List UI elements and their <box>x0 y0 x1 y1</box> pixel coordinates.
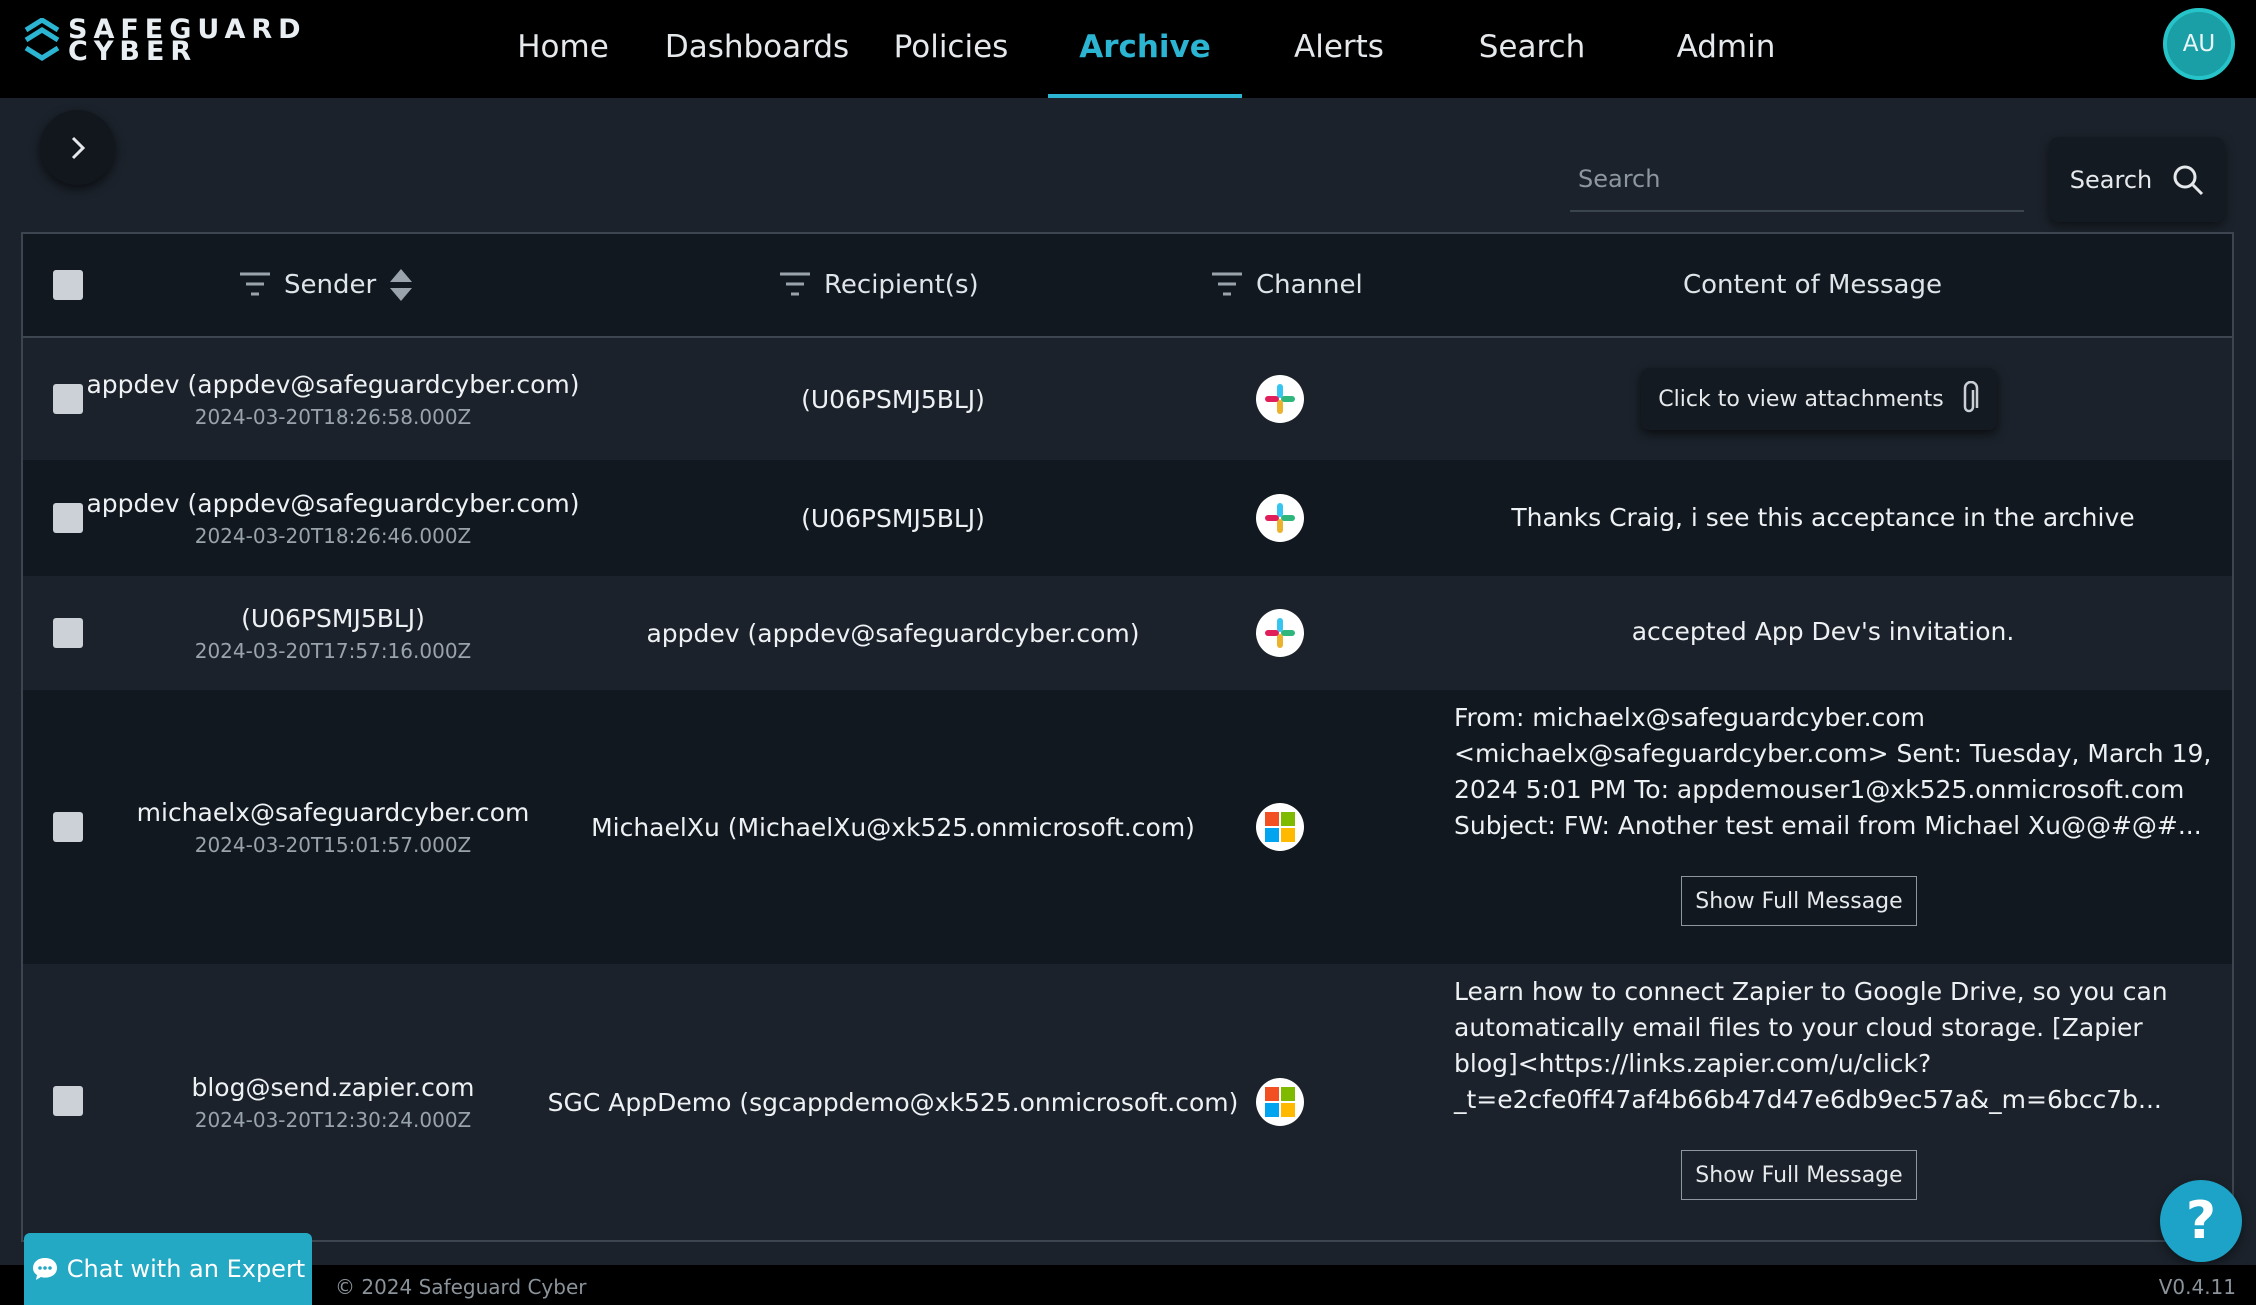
message-line: automatically email files to your cloud … <box>1454 1013 2143 1042</box>
logo-text-line2: CYBER <box>68 36 198 67</box>
sender-timestamp: 2024-03-20T18:26:58.000Z <box>194 404 472 429</box>
message-content: Learn how to connect Zapier to Google Dr… <box>1454 974 2232 1118</box>
microsoft-icon <box>1256 1078 1304 1126</box>
recipient-cell: (U06PSMJ5BLJ) <box>583 338 1203 460</box>
table-header: Sender Recipient(s) Channel Content of M… <box>23 234 2232 338</box>
sender-timestamp: 2024-03-20T15:01:57.000Z <box>194 832 472 857</box>
message-line: From: michaelx@safeguardcyber.com <box>1454 703 1926 732</box>
sender-cell: appdev (appdev@safeguardcyber.com) 2024-… <box>86 460 579 576</box>
search-icon <box>2173 165 2204 195</box>
nav-archive[interactable]: Archive <box>1048 0 1242 98</box>
chat-with-expert-button[interactable]: Chat with an Expert <box>24 1233 312 1305</box>
table-row[interactable]: michaelx@safeguardcyber.com 2024-03-20T1… <box>23 690 2232 964</box>
nav-admin[interactable]: Admin <box>1670 0 1782 98</box>
paperclip-icon <box>1963 381 1978 413</box>
search-field <box>1570 150 2024 212</box>
filter-icon[interactable] <box>1210 270 1244 300</box>
filter-icon[interactable] <box>778 270 812 300</box>
search-button[interactable]: Search <box>2049 137 2225 222</box>
header-sender-label: Sender <box>284 270 377 300</box>
sender-timestamp: 2024-03-20T18:26:46.000Z <box>194 523 472 548</box>
top-navigation-bar: SAFEGUARD CYBER Home Dashboards Policies… <box>0 0 2256 98</box>
sender-name: michaelx@safeguardcyber.com <box>136 797 530 827</box>
help-button[interactable]: ? <box>2160 1180 2242 1262</box>
view-attachments-button[interactable]: Click to view attachments <box>1641 368 1997 430</box>
header-channel-label: Channel <box>1256 270 1363 300</box>
row-checkbox[interactable] <box>53 618 83 648</box>
user-avatar[interactable]: AU <box>2163 8 2235 80</box>
slack-icon <box>1256 375 1304 423</box>
show-full-message-button[interactable]: Show Full Message <box>1681 1150 1917 1200</box>
search-button-label: Search <box>2069 165 2153 194</box>
row-checkbox[interactable] <box>53 1086 83 1116</box>
safeguard-cyber-logo[interactable]: SAFEGUARD CYBER <box>22 16 302 66</box>
footer: © 2024 Safeguard Cyber V0.4.11 <box>0 1265 2256 1305</box>
recipient-cell: MichaelXu (MichaelXu@xk525.onmicrosoft.c… <box>583 690 1203 964</box>
filter-icon[interactable] <box>238 270 272 300</box>
sender-name: appdev (appdev@safeguardcyber.com) <box>86 488 580 518</box>
archive-table: Sender Recipient(s) Channel Content of M… <box>21 232 2234 1242</box>
sender-cell: michaelx@safeguardcyber.com 2024-03-20T1… <box>103 690 563 964</box>
message-line: <michaelx@safeguardcyber.com> Sent: Tues… <box>1454 739 2212 768</box>
recipient-name: (U06PSMJ5BLJ) <box>801 503 985 533</box>
sender-timestamp: 2024-03-20T12:30:24.000Z <box>194 1107 472 1132</box>
sender-timestamp: 2024-03-20T17:57:16.000Z <box>194 638 472 663</box>
recipient-name: SGC AppDemo (sgcappdemo@xk525.onmicrosof… <box>547 1087 1239 1117</box>
message-content: From: michaelx@safeguardcyber.com <micha… <box>1454 700 2232 844</box>
nav-alerts[interactable]: Alerts <box>1280 0 1398 98</box>
chat-bubble-icon <box>32 1258 57 1280</box>
recipient-cell: (U06PSMJ5BLJ) <box>583 460 1203 576</box>
sort-icon[interactable] <box>388 267 414 303</box>
select-all-checkbox[interactable] <box>53 270 83 300</box>
row-checkbox[interactable] <box>53 503 83 533</box>
expand-sidebar-button[interactable] <box>40 110 115 185</box>
view-attachments-label: Click to view attachments <box>1658 386 1944 412</box>
search-input[interactable] <box>1570 150 2020 208</box>
chat-with-expert-label: Chat with an Expert <box>66 1255 306 1283</box>
header-content: Content of Message <box>1683 234 1942 336</box>
show-full-message-button[interactable]: Show Full Message <box>1681 876 1917 926</box>
nav-policies[interactable]: Policies <box>890 0 1012 98</box>
table-row[interactable]: appdev (appdev@safeguardcyber.com) 2024-… <box>23 460 2232 576</box>
sender-cell: blog@send.zapier.com 2024-03-20T12:30:24… <box>103 964 563 1240</box>
sender-name: (U06PSMJ5BLJ) <box>241 603 425 633</box>
logo-mark-icon <box>24 18 60 61</box>
slack-icon <box>1256 494 1304 542</box>
message-line: 2024 5:01 PM To: appdemouser1@xk525.onmi… <box>1454 775 2185 804</box>
message-content: Thanks Craig, i see this acceptance in t… <box>1511 503 2135 532</box>
message-line: _t=e2cfe0ff47af4b66b47d47e6db9ec57a&_m=6… <box>1454 1085 2162 1114</box>
sender-name: appdev (appdev@safeguardcyber.com) <box>86 369 580 399</box>
sender-cell: appdev (appdev@safeguardcyber.com) 2024-… <box>86 338 579 460</box>
chevron-right-icon <box>71 136 85 159</box>
table-row[interactable]: blog@send.zapier.com 2024-03-20T12:30:24… <box>23 964 2232 1240</box>
nav-home[interactable]: Home <box>510 0 616 98</box>
table-row[interactable]: (U06PSMJ5BLJ) 2024-03-20T17:57:16.000Z a… <box>23 576 2232 690</box>
recipient-cell: SGC AppDemo (sgcappdemo@xk525.onmicrosof… <box>548 964 1239 1240</box>
recipient-cell: appdev (appdev@safeguardcyber.com) <box>583 576 1203 690</box>
header-content-label: Content of Message <box>1683 270 1942 300</box>
recipient-name: appdev (appdev@safeguardcyber.com) <box>646 618 1140 648</box>
copyright-text: © 2024 Safeguard Cyber <box>335 1275 587 1299</box>
slack-icon <box>1256 609 1304 657</box>
header-sender: Sender <box>238 234 414 336</box>
table-row[interactable]: appdev (appdev@safeguardcyber.com) 2024-… <box>23 338 2232 460</box>
header-recipients-label: Recipient(s) <box>824 270 979 300</box>
row-checkbox[interactable] <box>53 812 83 842</box>
recipient-name: (U06PSMJ5BLJ) <box>801 384 985 414</box>
sender-cell: (U06PSMJ5BLJ) 2024-03-20T17:57:16.000Z <box>103 576 563 690</box>
row-checkbox[interactable] <box>53 384 83 414</box>
header-channel: Channel <box>1210 234 1363 336</box>
message-line: Subject: FW: Another test email from Mic… <box>1454 811 2202 840</box>
message-line: blog]<https://links.zapier.com/u/click? <box>1454 1049 1932 1078</box>
message-line: Learn how to connect Zapier to Google Dr… <box>1454 977 2168 1006</box>
header-recipients: Recipient(s) <box>778 234 979 336</box>
version-text: V0.4.11 <box>2158 1275 2236 1299</box>
microsoft-icon <box>1256 803 1304 851</box>
sender-name: blog@send.zapier.com <box>191 1072 475 1102</box>
recipient-name: MichaelXu (MichaelXu@xk525.onmicrosoft.c… <box>591 812 1195 842</box>
nav-dashboards[interactable]: Dashboards <box>660 0 854 98</box>
nav-search[interactable]: Search <box>1470 0 1594 98</box>
message-content: accepted App Dev's invitation. <box>1631 617 2015 646</box>
question-mark-icon: ? <box>2185 1191 2217 1251</box>
